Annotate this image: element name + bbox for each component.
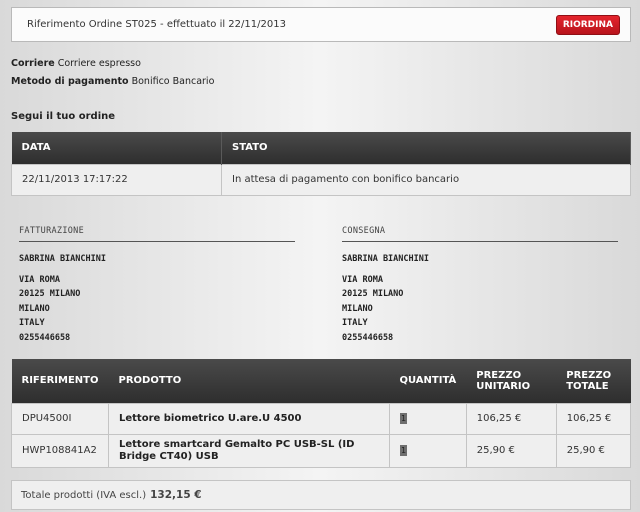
shipping-country: ITALY [342, 318, 368, 328]
shipping-zip-city: 20125 MILANO [342, 289, 404, 299]
tracking-status: In attesa di pagamento con bonifico banc… [221, 163, 631, 196]
column-header-status: STATO [221, 132, 631, 164]
item-product: Lettore smartcard Gemalto PC USB-SL (ID … [107, 433, 390, 468]
carrier-info: Corriere Corriere espresso [11, 58, 141, 69]
item-total-price: 106,25 € [555, 402, 632, 435]
shipping-phone: 0255446658 [342, 332, 394, 343]
total-label: Totale prodotti (IVA escl.) [21, 489, 147, 501]
carrier-value: Corriere espresso [57, 58, 141, 69]
column-header-product: PRODOTTO [108, 359, 390, 403]
billing-title: FATTURAZIONE [19, 226, 295, 242]
item-total-price: 25,90 € [555, 433, 632, 468]
table-row: HWP108841A2 Lettore smartcard Gemalto PC… [11, 433, 632, 468]
item-qty-cell: 1 [388, 433, 467, 468]
order-reference: Riferimento Ordine ST025 - effettuato il… [27, 19, 286, 30]
billing-address: FATTURAZIONE SABRINA BIANCHINI VIA ROMA … [19, 226, 295, 345]
item-unit-price: 106,25 € [465, 402, 557, 435]
billing-zip-city: 20125 MILANO [19, 289, 81, 299]
item-qty: 1 [399, 444, 407, 456]
billing-city: MILANO [19, 303, 50, 314]
column-header-unit-price: PREZZO UNITARIO [466, 359, 557, 403]
billing-street: VIA ROMA [19, 274, 60, 285]
tracking-date: 22/11/2013 17:17:22 [11, 163, 222, 196]
item-ref: HWP108841A2 [11, 433, 109, 468]
payment-value: Bonifico Bancario [131, 76, 215, 87]
column-header-total-price: PREZZO TOTALE [556, 359, 631, 403]
column-header-ref: RIFERIMENTO [11, 359, 109, 403]
column-header-date: DATA [11, 132, 222, 164]
payment-info: Metodo di pagamento Bonifico Bancario [11, 76, 214, 87]
column-header-qty: QUANTITÀ [389, 359, 467, 403]
table-row: DPU4500I Lettore biometrico U.are.U 4500… [11, 402, 632, 435]
carrier-label: Corriere [11, 58, 55, 69]
reorder-button[interactable]: RIORDINA [555, 14, 620, 35]
item-ref: DPU4500I [11, 402, 109, 435]
shipping-name: SABRINA BIANCHINI [342, 254, 429, 264]
billing-phone: 0255446658 [19, 332, 71, 343]
item-qty: 1 [399, 412, 407, 424]
shipping-city: MILANO [342, 303, 373, 314]
payment-label: Metodo di pagamento [11, 76, 129, 87]
tracking-table: DATA STATO 22/11/2013 17:17:22 In attesa… [11, 132, 631, 196]
total-bar: Totale prodotti (IVA escl.) 132,15 € [11, 480, 631, 510]
shipping-street: VIA ROMA [342, 274, 383, 285]
item-unit-price: 25,90 € [465, 433, 557, 468]
table-row: 22/11/2013 17:17:22 In attesa di pagamen… [11, 163, 631, 196]
items-table: RIFERIMENTO PRODOTTO QUANTITÀ PREZZO UNI… [11, 359, 632, 468]
shipping-address: CONSEGNA SABRINA BIANCHINI VIA ROMA 2012… [342, 226, 618, 345]
billing-name: SABRINA BIANCHINI [19, 254, 106, 264]
order-header: Riferimento Ordine ST025 - effettuato il… [11, 7, 631, 42]
tracking-title: Segui il tuo ordine [11, 111, 116, 122]
item-qty-cell: 1 [388, 402, 467, 435]
item-product: Lettore biometrico U.are.U 4500 [107, 402, 390, 435]
total-value: 132,15 € [150, 489, 202, 501]
billing-country: ITALY [19, 318, 45, 328]
shipping-title: CONSEGNA [342, 226, 618, 242]
